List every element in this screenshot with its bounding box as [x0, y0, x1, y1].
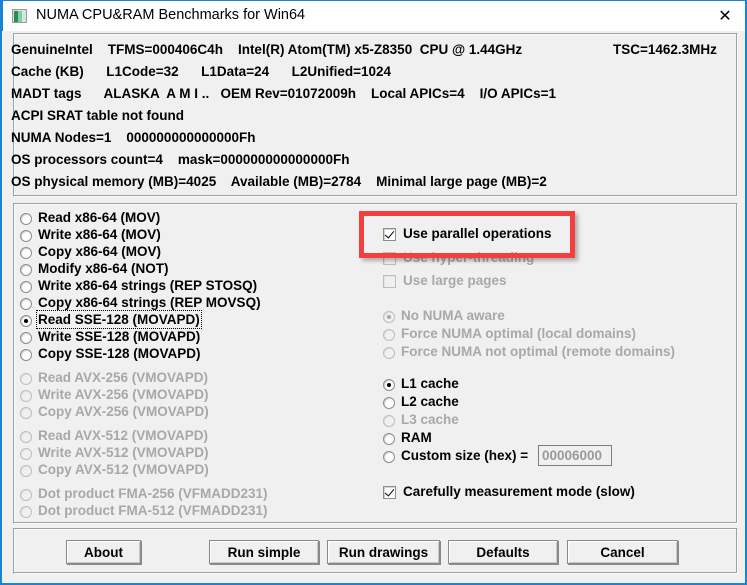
title-bar: NUMA CPU&RAM Benchmarks for Win64 ✕ [2, 0, 745, 31]
benchmark-radio-dot-fma256: Dot product FMA-256 (VFMADD231) [20, 486, 268, 502]
checkbox-use-hyper-threading: Use hyper-threading [383, 250, 534, 266]
target-radio-l1-cache[interactable]: L1 cache [383, 376, 459, 392]
radio-indicator [20, 488, 32, 501]
info-line-tsc: TSC=1462.3MHz [613, 42, 717, 57]
benchmark-radio-read-x86-mov[interactable]: Read x86-64 (MOV) [20, 210, 160, 226]
checkbox-indicator [383, 275, 396, 288]
benchmark-radio-read-sse128[interactable]: Read SSE-128 (MOVAPD) [20, 310, 202, 329]
benchmark-radio-copy-x86-mov[interactable]: Copy x86-64 (MOV) [20, 244, 161, 260]
radio-indicator [383, 378, 395, 391]
radio-indicator [20, 406, 32, 419]
radio-indicator [20, 464, 32, 477]
benchmark-radio-copy-x86-strings[interactable]: Copy x86-64 strings (REP MOVSQ) [20, 295, 261, 311]
radio-indicator [383, 414, 395, 427]
radio-indicator [383, 396, 395, 409]
benchmark-radio-copy-avx256: Copy AVX-256 (VMOVAPD) [20, 404, 209, 420]
custom-size-input[interactable]: 00006000 [538, 445, 612, 466]
benchmark-radio-copy-avx512: Copy AVX-512 (VMOVAPD) [20, 462, 209, 478]
checkbox-indicator [383, 252, 396, 265]
target-radio-custom-size[interactable]: Custom size (hex) = [383, 448, 528, 464]
benchmark-radio-write-x86-strings[interactable]: Write x86-64 strings (REP STOSQ) [20, 278, 257, 294]
info-line-cpus: OS processors count=4 mask=0000000000000… [11, 152, 350, 167]
radio-indicator [20, 212, 32, 225]
radio-indicator [383, 432, 395, 445]
info-line-numa: NUMA Nodes=1 000000000000000Fh [11, 130, 256, 145]
radio-indicator [20, 505, 32, 518]
benchmark-radio-dot-fma512: Dot product FMA-512 (VFMADD231) [20, 503, 268, 519]
radio-indicator [20, 331, 32, 344]
radio-indicator [20, 348, 32, 361]
app-icon [12, 9, 27, 23]
benchmark-radio-copy-sse128[interactable]: Copy SSE-128 (MOVAPD) [20, 346, 201, 362]
info-line-memory: OS physical memory (MB)=4025 Available (… [11, 174, 547, 189]
checkbox-indicator [383, 228, 396, 241]
radio-indicator [20, 389, 32, 402]
defaults-button[interactable]: Defaults [448, 540, 558, 564]
cancel-button[interactable]: Cancel [567, 540, 678, 564]
benchmark-radio-write-avx256: Write AVX-256 (VMOVAPD) [20, 387, 209, 403]
radio-indicator [383, 346, 395, 359]
radio-indicator [383, 310, 395, 323]
radio-indicator [20, 246, 32, 259]
radio-indicator [20, 447, 32, 460]
checkbox-careful-measurement-mode[interactable]: Carefully measurement mode (slow) [383, 484, 635, 500]
radio-indicator [20, 372, 32, 385]
radio-indicator [20, 280, 32, 293]
about-button[interactable]: About [66, 540, 141, 564]
run-drawings-button[interactable]: Run drawings [327, 540, 440, 564]
application-window: NUMA CPU&RAM Benchmarks for Win64 ✕ Genu… [0, 0, 747, 585]
close-icon[interactable]: ✕ [702, 1, 745, 31]
radio-indicator [20, 430, 32, 443]
radio-indicator [20, 297, 32, 310]
target-radio-l3-cache: L3 cache [383, 412, 459, 428]
info-line-cpu: GenuineIntel TFMS=000406C4h Intel(R) Ato… [11, 42, 523, 57]
info-line-cache: Cache (KB) L1Code=32 L1Data=24 L2Unified… [11, 64, 392, 79]
benchmark-radio-write-avx512: Write AVX-512 (VMOVAPD) [20, 445, 209, 461]
target-radio-ram[interactable]: RAM [383, 430, 432, 446]
info-line-madt: MADT tags ALASKA A M I .. OEM Rev=010720… [11, 86, 557, 101]
checkbox-use-parallel-operations[interactable]: Use parallel operations [383, 226, 552, 242]
checkbox-use-large-pages: Use large pages [383, 273, 507, 289]
checkbox-indicator [383, 486, 396, 499]
window-title: NUMA CPU&RAM Benchmarks for Win64 [36, 7, 306, 23]
benchmark-radio-read-avx256: Read AVX-256 (VMOVAPD) [20, 370, 208, 386]
target-radio-l2-cache[interactable]: L2 cache [383, 394, 459, 410]
radio-indicator [20, 314, 32, 327]
numa-radio-force-not-optimal: Force NUMA not optimal (remote domains) [383, 344, 675, 360]
radio-indicator [20, 229, 32, 242]
info-line-srat: ACPI SRAT table not found [11, 108, 184, 123]
run-simple-button[interactable]: Run simple [209, 540, 319, 564]
numa-radio-no-numa-aware: No NUMA aware [383, 308, 505, 324]
benchmark-radio-read-avx512: Read AVX-512 (VMOVAPD) [20, 428, 208, 444]
radio-indicator [383, 328, 395, 341]
benchmark-radio-write-sse128[interactable]: Write SSE-128 (MOVAPD) [20, 329, 200, 345]
numa-radio-force-optimal: Force NUMA optimal (local domains) [383, 326, 636, 342]
benchmark-radio-modify-x86-not[interactable]: Modify x86-64 (NOT) [20, 261, 169, 277]
radio-indicator [383, 450, 395, 463]
benchmark-radio-write-x86-mov[interactable]: Write x86-64 (MOV) [20, 227, 161, 243]
radio-indicator [20, 263, 32, 276]
